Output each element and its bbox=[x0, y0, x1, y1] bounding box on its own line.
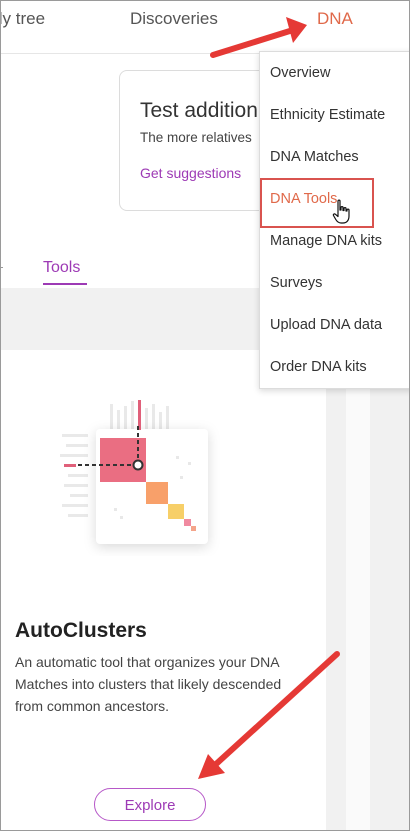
screenshot-frame: ily tree Discoveries DNA Test addition T… bbox=[0, 0, 410, 831]
menu-item-overview[interactable]: Overview bbox=[270, 65, 330, 81]
tool-title: AutoClusters bbox=[15, 619, 147, 642]
menu-item-surveys[interactable]: Surveys bbox=[270, 275, 322, 291]
dna-tools-highlight-box bbox=[260, 178, 374, 228]
tab-tools-underline bbox=[43, 283, 87, 285]
get-suggestions-link[interactable]: Get suggestions bbox=[140, 165, 241, 181]
tool-description: An automatic tool that organizes your DN… bbox=[15, 654, 282, 714]
menu-item-order-dna-kits[interactable]: Order DNA kits bbox=[270, 359, 367, 375]
right-card-edge bbox=[346, 350, 370, 830]
nav-discoveries[interactable]: Discoveries bbox=[130, 9, 218, 29]
autoclusters-illustration bbox=[60, 400, 208, 544]
tab-tools[interactable]: Tools bbox=[43, 259, 80, 277]
explore-button[interactable]: Explore bbox=[94, 788, 206, 821]
menu-item-dna-matches[interactable]: DNA Matches bbox=[270, 149, 359, 165]
test-card-title: Test addition bbox=[140, 99, 258, 122]
menu-item-manage-dna-kits[interactable]: Manage DNA kits bbox=[270, 233, 382, 249]
menu-item-upload-dna-data[interactable]: Upload DNA data bbox=[270, 317, 382, 333]
nav-dna[interactable]: DNA bbox=[317, 9, 353, 29]
previous-tab-edge bbox=[1, 267, 3, 268]
menu-item-ethnicity-estimate[interactable]: Ethnicity Estimate bbox=[270, 107, 385, 123]
top-navigation: ily tree Discoveries DNA bbox=[1, 1, 409, 54]
test-card-subtitle: The more relatives bbox=[140, 130, 252, 145]
nav-family-tree[interactable]: ily tree bbox=[1, 9, 45, 29]
hand-pointer-icon bbox=[332, 199, 350, 224]
